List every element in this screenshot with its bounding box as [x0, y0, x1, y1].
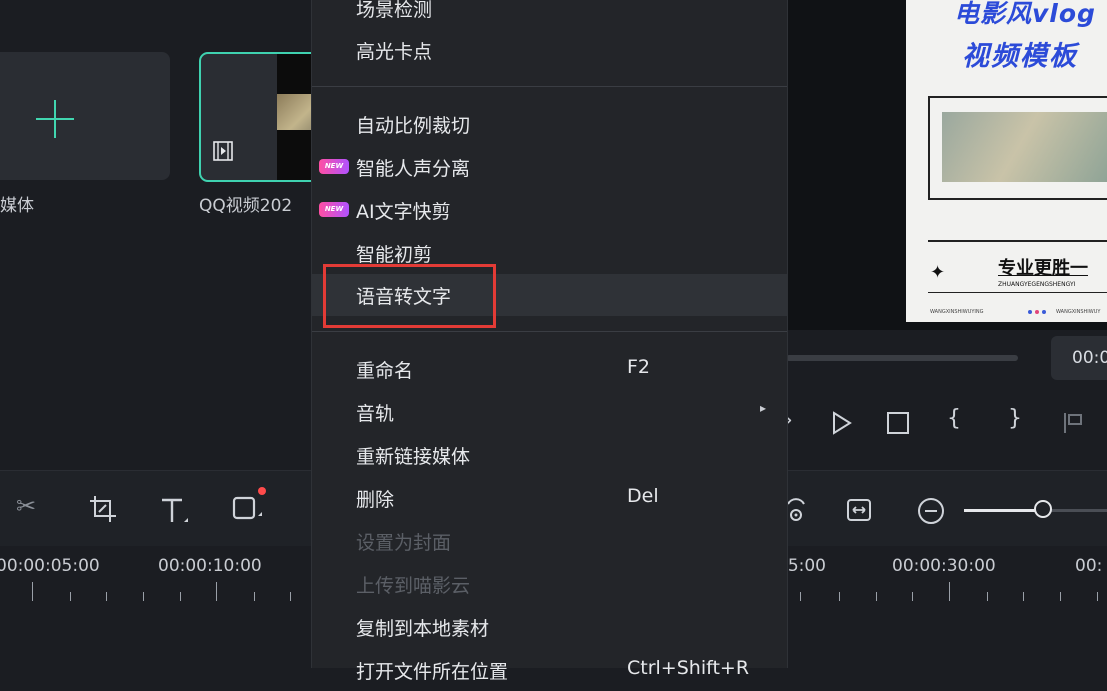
poster-dot [1035, 310, 1039, 314]
new-badge: NEW [319, 159, 349, 174]
poster-subtitle: ZHUANGYEGENGSHENGYI [998, 281, 1076, 288]
mark-out-icon[interactable]: } [1008, 406, 1022, 431]
tick-label: 00: [1075, 556, 1103, 576]
poster-dot [1042, 310, 1046, 314]
import-media-label: 媒体 [0, 196, 34, 216]
menu-item-auto-reframe[interactable]: 自动比例裁切 [312, 103, 787, 145]
highlight-annotation-box [323, 264, 496, 328]
play-icon[interactable] [831, 410, 853, 436]
ruler-tick [290, 592, 291, 601]
shortcut-label: Del [627, 485, 659, 507]
poster-dot [1028, 310, 1032, 314]
media-clip-label: QQ视频202 [199, 196, 293, 216]
ruler-tick [1023, 592, 1024, 601]
menu-separator [312, 331, 787, 332]
menu-item-set-cover: 设置为封面 [356, 532, 452, 554]
poster-slogan: 专业更胜一 [998, 258, 1088, 279]
audio-icon[interactable] [786, 496, 806, 524]
sparkle-icon: ✦ [930, 262, 946, 283]
marker-icon[interactable] [1061, 411, 1085, 435]
new-badge: NEW [319, 202, 349, 217]
poster-footer-right: WANGXINSHIWUY [1056, 309, 1101, 315]
film-icon [213, 141, 233, 161]
zoom-slider-track[interactable] [964, 509, 1036, 512]
poster-divider-2 [928, 292, 1107, 293]
poster-footer-left: WANGXINSHIWUYING [930, 309, 984, 315]
timecode-display: 00:0 [1051, 336, 1107, 380]
menu-item-scene-detect[interactable]: 场景检测 [312, 0, 787, 29]
text-icon[interactable] [160, 496, 192, 526]
submenu-arrow-icon: ▸ [760, 401, 767, 415]
menu-separator [312, 86, 787, 87]
ruler-tick [70, 592, 71, 601]
zoom-slider-handle[interactable] [1034, 500, 1052, 518]
ruler-tick [32, 582, 33, 601]
scissors-icon[interactable]: ✂ [16, 492, 36, 520]
shape-icon[interactable] [232, 486, 268, 526]
shortcut-label: F2 [627, 356, 651, 378]
ruler-tick [949, 582, 950, 601]
menu-item-highlight-beat[interactable]: 高光卡点 [312, 29, 787, 71]
ruler-tick [987, 592, 988, 601]
ruler-tick [254, 592, 255, 601]
import-media-tile[interactable] [0, 52, 170, 180]
menu-item-audio-track[interactable]: 音轨 ▸ [312, 391, 787, 433]
tick-label: 00:00:10:00 [158, 556, 262, 576]
menu-item-ai-text-edit[interactable]: NEW AI文字快剪 [312, 189, 787, 231]
tick-label: 00:00:25:00 [786, 556, 826, 576]
menu-item-open-file-location[interactable]: 打开文件所在位置 Ctrl+Shift+R [312, 649, 787, 691]
poster-title-1: 电影风vlog [954, 0, 1096, 28]
preview-scrubber[interactable] [786, 355, 1018, 361]
menu-item-rename[interactable]: 重命名 F2 [312, 348, 787, 390]
preview-frame: 电影风vlog 视频模板 ✦ 专业更胜一 ZHUANGYEGENGSHENGYI… [906, 0, 1107, 322]
menu-item-delete[interactable]: 删除 Del [312, 477, 787, 519]
mark-in-icon[interactable]: { [947, 406, 961, 431]
ruler-tick [912, 592, 913, 601]
context-menu: 场景检测 高光卡点 自动比例裁切 NEW 智能人声分离 NEW AI文字快剪 智… [311, 0, 788, 683]
menu-item-vocal-separation[interactable]: NEW 智能人声分离 [312, 146, 787, 188]
ruler-tick [216, 582, 217, 601]
stop-icon[interactable] [886, 411, 910, 435]
crop-icon[interactable] [88, 494, 118, 524]
shortcut-label: Ctrl+Shift+R [627, 657, 750, 679]
poster-title-2: 视频模板 [962, 41, 1078, 72]
menu-item-copy-to-local[interactable]: 复制到本地素材 [312, 606, 787, 648]
tick-label: 00:00:30:00 [892, 556, 996, 576]
ruler-tick [106, 592, 107, 601]
fit-icon[interactable] [846, 498, 872, 522]
plus-icon-bar[interactable] [36, 118, 74, 120]
poster-divider [928, 240, 1107, 242]
zoom-out-icon[interactable] [917, 497, 945, 525]
tick-label: 00:00:05:00 [0, 556, 100, 576]
menu-item-upload-cloud: 上传到喵影云 [356, 575, 471, 597]
ruler-tick [1060, 592, 1061, 601]
poster-photo [942, 112, 1107, 182]
ruler-tick [143, 592, 144, 601]
ruler-tick [180, 592, 181, 601]
ruler-tick [876, 592, 877, 601]
timecode-text: 00:0 [1072, 348, 1107, 368]
ruler-tick [1097, 592, 1098, 601]
ruler-tick [800, 592, 801, 601]
ruler-tick [839, 592, 840, 601]
menu-item-relink-media[interactable]: 重新链接媒体 [312, 434, 787, 476]
